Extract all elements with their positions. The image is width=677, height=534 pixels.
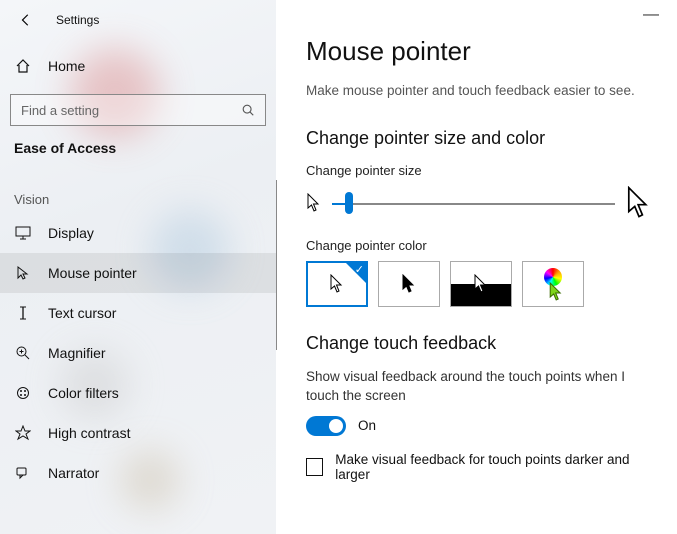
home-nav[interactable]: Home <box>0 46 276 86</box>
sidebar-item-label: High contrast <box>48 425 130 441</box>
touch-feedback-description: Show visual feedback around the touch po… <box>306 368 653 406</box>
sidebar-item-label: Magnifier <box>48 345 106 361</box>
sidebar-item-label: Display <box>48 225 94 241</box>
minimize-button[interactable]: — <box>643 6 659 24</box>
sidebar-item-mouse-pointer[interactable]: Mouse pointer <box>0 253 276 293</box>
darker-larger-label: Make visual feedback for touch points da… <box>335 452 653 482</box>
touch-feedback-toggle[interactable] <box>306 416 346 436</box>
toggle-state-label: On <box>358 418 376 433</box>
search-icon <box>241 103 255 117</box>
pointer-color-custom[interactable] <box>522 261 584 307</box>
darker-larger-checkbox[interactable] <box>306 458 323 476</box>
color-filters-icon <box>14 385 32 401</box>
pointer-color-black[interactable] <box>378 261 440 307</box>
back-button[interactable] <box>14 8 38 32</box>
large-cursor-icon <box>625 186 653 220</box>
section-size-color: Change pointer size and color <box>306 128 653 149</box>
sidebar-item-label: Narrator <box>48 465 99 481</box>
small-cursor-icon <box>306 193 322 213</box>
app-title: Settings <box>56 13 99 27</box>
pointer-icon <box>14 265 32 281</box>
pointer-size-slider[interactable] <box>332 193 615 213</box>
sidebar-item-label: Text cursor <box>48 305 116 321</box>
sidebar-item-narrator[interactable]: Narrator <box>0 453 276 493</box>
sidebar-item-high-contrast[interactable]: High contrast <box>0 413 276 453</box>
sidebar-item-display[interactable]: Display <box>0 213 276 253</box>
high-contrast-icon <box>14 425 32 441</box>
sidebar-item-label: Mouse pointer <box>48 265 137 281</box>
sidebar-item-text-cursor[interactable]: Text cursor <box>0 293 276 333</box>
main-content: — Mouse pointer Make mouse pointer and t… <box>276 0 677 534</box>
sidebar-item-magnifier[interactable]: Magnifier <box>0 333 276 373</box>
pointer-color-label: Change pointer color <box>306 238 653 253</box>
pointer-color-inverted[interactable] <box>450 261 512 307</box>
sidebar: Settings Home Ease of Access Vision Disp… <box>0 0 276 534</box>
group-heading-vision: Vision <box>0 164 276 213</box>
search-box[interactable] <box>10 94 266 126</box>
narrator-icon <box>14 465 32 481</box>
home-label: Home <box>48 58 85 74</box>
pointer-color-white[interactable]: ✓ <box>306 261 368 307</box>
check-icon: ✓ <box>355 263 364 276</box>
page-subtitle: Make mouse pointer and touch feedback ea… <box>306 83 653 98</box>
sidebar-item-label: Color filters <box>48 385 119 401</box>
home-icon <box>14 58 32 74</box>
magnifier-icon <box>14 345 32 361</box>
pointer-size-label: Change pointer size <box>306 163 653 178</box>
page-title: Mouse pointer <box>306 36 653 67</box>
sidebar-item-color-filters[interactable]: Color filters <box>0 373 276 413</box>
section-touch-feedback: Change touch feedback <box>306 333 653 354</box>
text-cursor-icon <box>14 305 32 321</box>
search-input[interactable] <box>21 103 241 118</box>
display-icon <box>14 226 32 240</box>
category-heading: Ease of Access <box>0 126 276 164</box>
